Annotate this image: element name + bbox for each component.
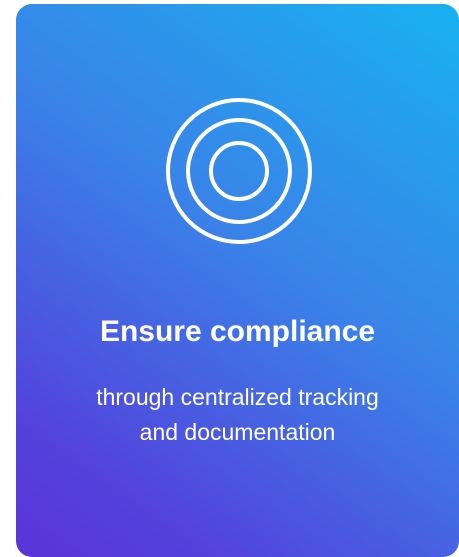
card-title: Ensure compliance xyxy=(99,315,376,348)
feature-card: Ensure compliance through centralized tr… xyxy=(16,4,459,557)
target-icon xyxy=(166,98,312,244)
card-subtitle: through centralized tracking and documen… xyxy=(96,384,379,445)
